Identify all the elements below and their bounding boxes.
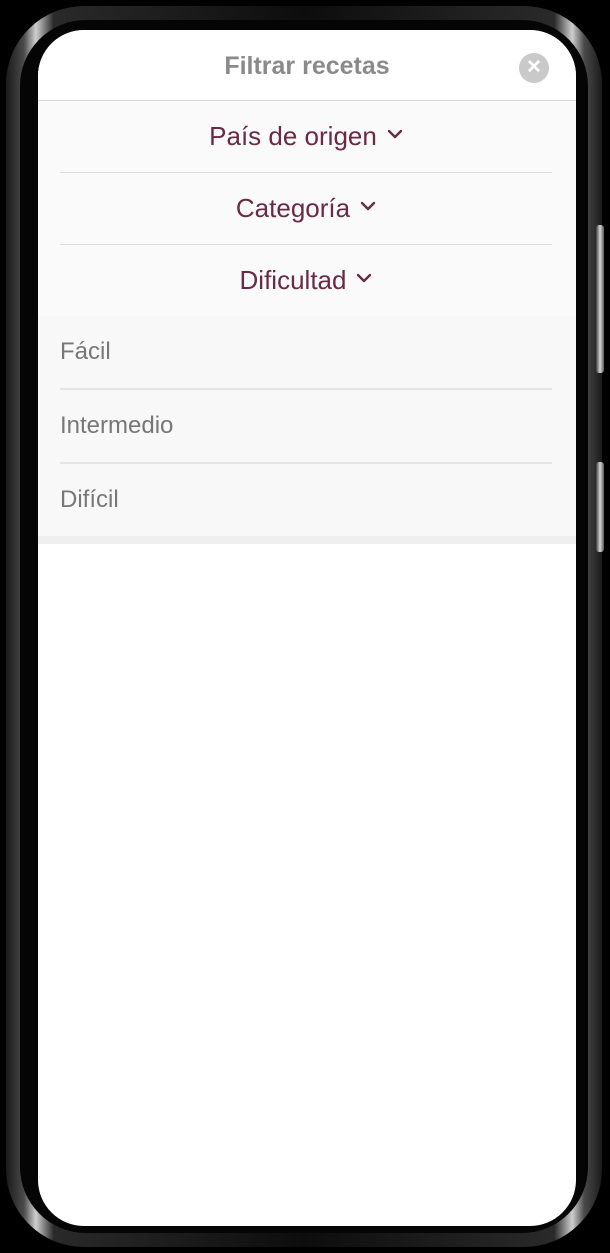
chevron-down-icon (357, 273, 372, 282)
filter-country-label: País de origen (209, 121, 377, 151)
filter-difficulty-label: Dificultad (239, 265, 347, 295)
power-button (596, 462, 604, 552)
difficulty-options: Fácil Intermedio Difícil (38, 316, 576, 544)
filter-difficulty-toggle[interactable]: Dificultad (60, 245, 552, 316)
phone-screen: Filtrar recetas ✕ País de origen Categor… (38, 30, 576, 1226)
close-icon[interactable]: ✕ (519, 53, 549, 83)
filter-category-toggle[interactable]: Categoría (60, 173, 552, 245)
filter-country-toggle[interactable]: País de origen (60, 101, 552, 173)
difficulty-option-hard[interactable]: Difícil (60, 464, 552, 536)
difficulty-option-intermediate[interactable]: Intermedio (60, 390, 552, 464)
volume-up-button (596, 225, 604, 373)
chevron-down-icon (387, 129, 403, 138)
filter-list: País de origen Categoría Dificultad (38, 101, 576, 316)
filter-category-label: Categoría (235, 193, 351, 223)
difficulty-option-easy[interactable]: Fácil (60, 316, 552, 390)
modal-header: Filtrar recetas ✕ (38, 30, 576, 101)
modal-title: Filtrar recetas (224, 52, 390, 80)
chevron-down-icon (360, 201, 376, 210)
